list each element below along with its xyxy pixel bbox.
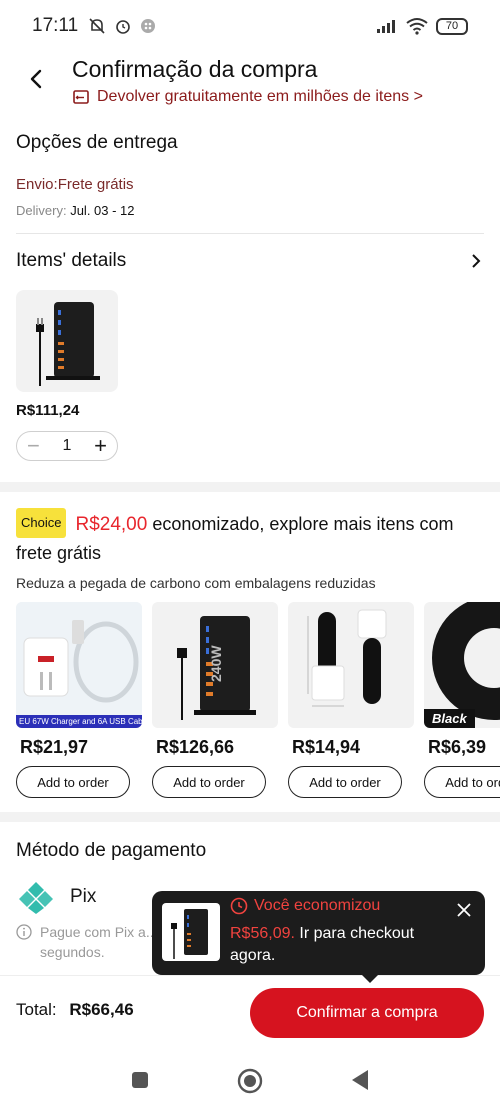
toast-title-text: Você economizou xyxy=(254,897,381,914)
delivery-date: Delivery: Jul. 03 - 12 xyxy=(16,203,484,218)
items-section: Items' details R$111,24 − 1 + xyxy=(16,250,484,461)
free-return-text: Devolver gratuitamente em milhões de ite… xyxy=(97,88,423,105)
home-icon[interactable] xyxy=(237,1068,263,1094)
add-to-order-button[interactable]: Add to order xyxy=(424,766,500,798)
pix-label: Pix xyxy=(70,886,97,907)
choice-headline: Choice R$24,00 economizado, explore mais… xyxy=(16,508,486,567)
add-to-order-button[interactable]: Add to order xyxy=(152,766,266,798)
toast-pointer xyxy=(362,975,378,983)
choice-badge: Choice xyxy=(16,508,67,538)
order-total: Total: R$66,46 xyxy=(16,1000,134,1020)
signal-icon xyxy=(377,20,395,33)
page-title: Confirmação da compra xyxy=(72,56,318,82)
toast-message: R$56,09. Ir para checkout agora. xyxy=(230,923,450,967)
clock-icon xyxy=(230,897,248,915)
charger-cable-image xyxy=(16,602,142,728)
saved-amount: R$24,00 xyxy=(75,514,148,535)
free-return-link[interactable]: Devolver gratuitamente em milhões de ite… xyxy=(72,88,423,106)
back-nav-icon[interactable] xyxy=(350,1069,370,1091)
checkout-bar: Total: R$66,46 Confirmar a compra xyxy=(0,975,500,1050)
product-price: R$6,39 xyxy=(428,737,487,757)
product-caption: Black xyxy=(424,709,475,728)
info-icon xyxy=(16,924,32,940)
product-price: R$21,97 xyxy=(20,737,89,757)
app-icon xyxy=(141,19,156,33)
choice-subtitle: Reduza a pegada de carbono com embalagen… xyxy=(16,575,376,591)
delivery-date-label: Delivery: xyxy=(16,203,67,218)
delivery-title: Opções de entrega xyxy=(16,132,178,153)
section-gap xyxy=(0,812,500,822)
items-header[interactable]: Items' details xyxy=(16,250,484,272)
add-to-order-button[interactable]: Add to order xyxy=(16,766,130,798)
notifications-muted-icon xyxy=(89,18,105,34)
shipping-option: Envio:Frete grátis xyxy=(16,176,134,193)
product-caption: EU 67W Charger and 6A USB Cable xyxy=(16,715,142,728)
cable-strap-image xyxy=(307,609,387,707)
quantity-value: 1 xyxy=(62,437,72,454)
battery-indicator: 70 xyxy=(436,17,468,35)
product-card[interactable]: EU 67W Charger and 6A USB Cable R$21,97 … xyxy=(16,602,142,798)
product-image[interactable] xyxy=(288,602,414,728)
item-thumbnail[interactable] xyxy=(16,290,118,392)
product-image[interactable]: EU 67W Charger and 6A USB Cable xyxy=(16,602,142,728)
product-price: R$126,66 xyxy=(156,737,235,757)
recent-apps-icon[interactable] xyxy=(131,1071,149,1089)
delivery-section: Opções de entrega Envio:Frete grátis Del… xyxy=(16,132,484,218)
alarm-icon xyxy=(116,20,130,34)
charger-image xyxy=(36,302,100,386)
product-card[interactable]: R$14,94 Add to order xyxy=(288,602,414,798)
toast-amount: R$56,09. xyxy=(230,925,295,942)
items-title: Items' details xyxy=(16,250,127,271)
increase-button[interactable]: + xyxy=(94,433,107,459)
chevron-right-icon[interactable] xyxy=(468,253,484,269)
add-to-order-button[interactable]: Add to order xyxy=(288,766,402,798)
toast-title: Você economizou xyxy=(230,897,380,915)
back-arrow-icon[interactable] xyxy=(24,66,50,92)
quantity-stepper: − 1 + xyxy=(16,431,118,461)
wifi-icon xyxy=(406,18,428,35)
product-price: R$14,94 xyxy=(292,737,361,757)
product-card[interactable]: Black R$6,39 Add to order xyxy=(424,602,500,798)
section-gap xyxy=(0,482,500,492)
return-box-icon xyxy=(73,90,89,104)
payment-title: Método de pagamento xyxy=(16,840,207,861)
choice-section: Choice R$24,00 economizado, explore mais… xyxy=(16,508,486,591)
header: Confirmação da compra Devolver gratuitam… xyxy=(0,52,500,122)
close-icon[interactable] xyxy=(457,903,471,917)
total-label: Total: xyxy=(16,1000,57,1019)
item-price: R$111,24 xyxy=(16,402,80,419)
savings-toast[interactable]: Você economizou R$56,09. Ir para checkou… xyxy=(152,891,485,983)
product-image[interactable]: 240W xyxy=(152,602,278,728)
product-image[interactable]: Black xyxy=(424,602,500,728)
decrease-button[interactable]: − xyxy=(27,433,40,459)
divider xyxy=(16,233,484,234)
status-time: 17:11 xyxy=(32,15,79,36)
confirm-purchase-button[interactable]: Confirmar a compra xyxy=(250,988,484,1038)
product-card[interactable]: 240W R$126,66 Add to order xyxy=(152,602,278,798)
delivery-date-value: Jul. 03 - 12 xyxy=(70,203,135,218)
system-nav-bar xyxy=(0,1050,500,1111)
recommended-products: EU 67W Charger and 6A USB Cable R$21,97 … xyxy=(16,602,500,802)
pix-icon xyxy=(19,882,53,914)
product-caption: 240W xyxy=(208,645,224,682)
toast-thumbnail xyxy=(162,903,220,961)
status-bar: 17:11 70 xyxy=(0,0,500,52)
charger-image xyxy=(171,909,208,959)
total-value: R$66,46 xyxy=(69,1000,134,1019)
